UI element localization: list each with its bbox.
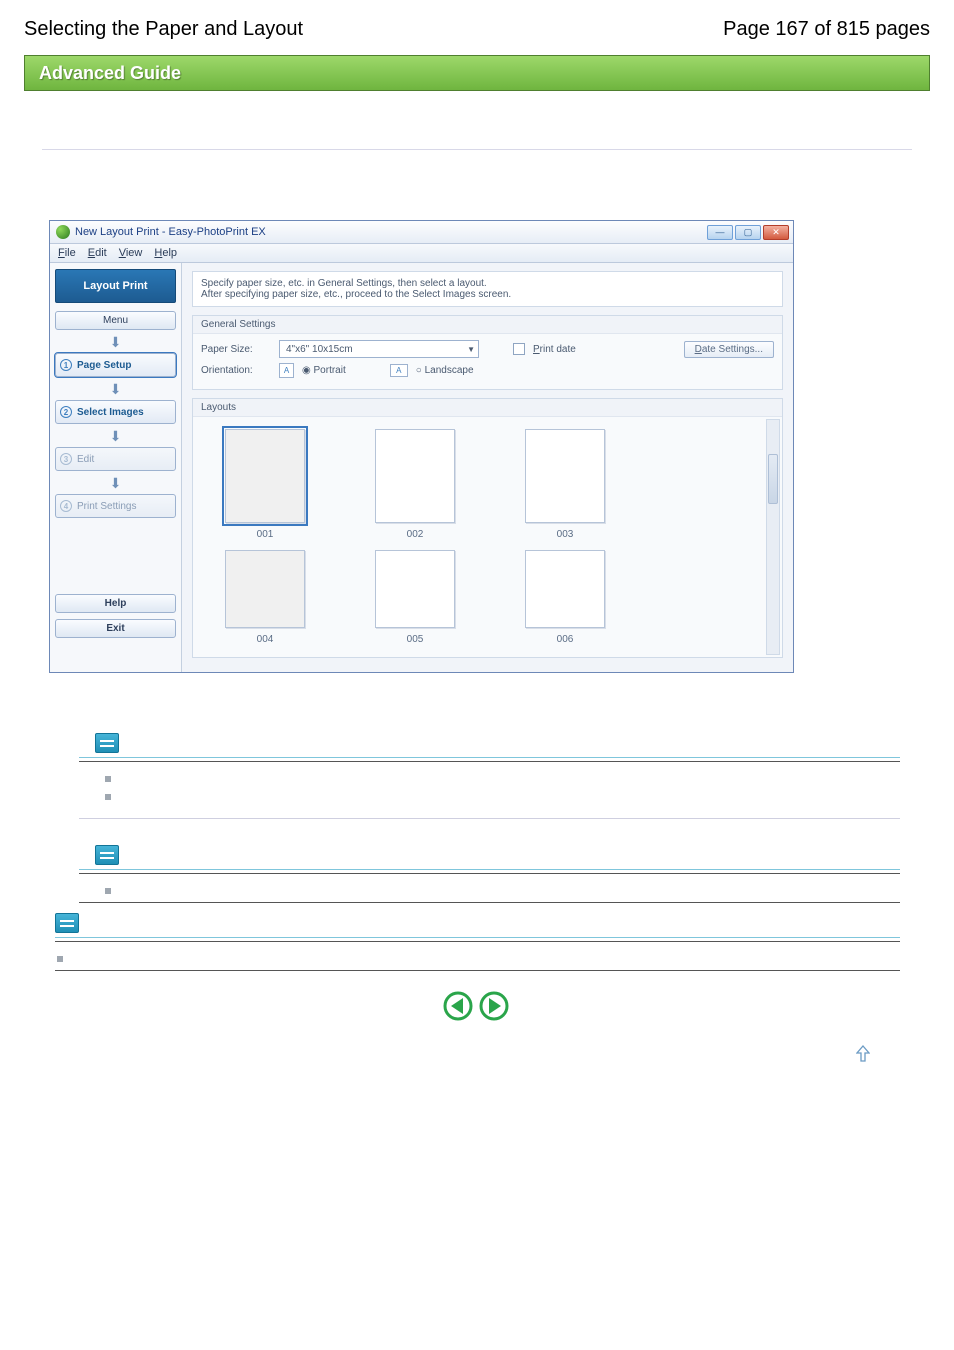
menu-file[interactable]: File bbox=[58, 247, 76, 259]
layout-thumb-006[interactable] bbox=[525, 550, 605, 628]
exit-button[interactable]: Exit bbox=[55, 619, 176, 638]
paper-size-value: 4"x6" 10x15cm bbox=[286, 344, 353, 355]
divider bbox=[79, 902, 900, 903]
divider bbox=[79, 757, 900, 758]
layout-label-004: 004 bbox=[215, 634, 315, 645]
down-arrow-icon: ⬇ bbox=[55, 430, 176, 442]
prev-next-arrows[interactable] bbox=[442, 989, 512, 1023]
step-page-setup[interactable]: 1 Page Setup bbox=[55, 353, 176, 377]
note-icon bbox=[55, 913, 79, 933]
layouts-group: Layouts 001 002 bbox=[192, 398, 783, 658]
note-icon bbox=[95, 845, 119, 865]
divider bbox=[42, 149, 912, 150]
layout-label-003: 003 bbox=[515, 529, 615, 540]
instruction-text: Specify paper size, etc. in General Sett… bbox=[192, 271, 783, 307]
bullet-icon bbox=[105, 794, 111, 800]
step-3-label: Edit bbox=[77, 454, 94, 465]
pager bbox=[24, 989, 930, 1026]
step-4-label: Print Settings bbox=[77, 501, 136, 512]
layout-thumb-001[interactable] bbox=[225, 429, 305, 523]
general-settings-group: General Settings Paper Size: 4"x6" 10x15… bbox=[192, 315, 783, 390]
step-edit: 3 Edit bbox=[55, 447, 176, 471]
layout-thumb-004[interactable] bbox=[225, 550, 305, 628]
general-settings-title: General Settings bbox=[193, 316, 782, 334]
step-print-settings: 4 Print Settings bbox=[55, 494, 176, 518]
portrait-page-icon: A bbox=[279, 363, 294, 378]
maximize-button[interactable]: ▢ bbox=[735, 225, 761, 240]
menu-button[interactable]: Menu bbox=[55, 311, 176, 330]
main-panel: Specify paper size, etc. in General Sett… bbox=[182, 263, 793, 672]
window-title: New Layout Print - Easy-PhotoPrint EX bbox=[75, 226, 266, 238]
layout-label-005: 005 bbox=[365, 634, 465, 645]
layout-label-006: 006 bbox=[515, 634, 615, 645]
landscape-page-icon: A bbox=[390, 364, 408, 377]
orientation-label: Orientation: bbox=[201, 365, 271, 376]
layout-thumb-003[interactable] bbox=[525, 429, 605, 523]
layout-label-001: 001 bbox=[215, 529, 315, 540]
window-titlebar: New Layout Print - Easy-PhotoPrint EX — … bbox=[50, 221, 793, 244]
page-indicator: Page 167 of 815 pages bbox=[723, 18, 930, 41]
down-arrow-icon: ⬇ bbox=[55, 383, 176, 395]
menu-bar: File Edit View Help bbox=[50, 244, 793, 263]
close-button[interactable]: ✕ bbox=[763, 225, 789, 240]
step-4-icon: 4 bbox=[60, 500, 72, 512]
divider bbox=[79, 818, 900, 819]
down-arrow-icon: ⬇ bbox=[55, 477, 176, 489]
app-window: New Layout Print - Easy-PhotoPrint EX — … bbox=[49, 220, 794, 673]
divider bbox=[55, 941, 900, 942]
print-date-checkbox[interactable] bbox=[513, 343, 525, 355]
advanced-guide-banner: Advanced Guide bbox=[24, 55, 930, 91]
down-arrow-icon: ⬇ bbox=[55, 336, 176, 348]
bullet-icon bbox=[105, 888, 111, 894]
step-select-images[interactable]: 2 Select Images bbox=[55, 400, 176, 424]
divider bbox=[79, 873, 900, 874]
help-button[interactable]: Help bbox=[55, 594, 176, 613]
note-icon bbox=[95, 733, 119, 753]
step-2-icon: 2 bbox=[60, 406, 72, 418]
layout-label-002: 002 bbox=[365, 529, 465, 540]
step-3-icon: 3 bbox=[60, 453, 72, 465]
divider bbox=[79, 761, 900, 762]
sidebar-header: Layout Print bbox=[55, 269, 176, 303]
step-1-label: Page Setup bbox=[77, 360, 131, 371]
page-top-link[interactable] bbox=[856, 1050, 870, 1065]
paper-size-combo[interactable]: 4"x6" 10x15cm ▼ bbox=[279, 340, 479, 358]
minimize-button[interactable]: — bbox=[707, 225, 733, 240]
landscape-radio[interactable]: ○ Landscape bbox=[416, 365, 474, 376]
print-date-label: Print date bbox=[533, 344, 576, 355]
sidebar: Layout Print Menu ⬇ 1 Page Setup ⬇ 2 Sel… bbox=[50, 263, 182, 672]
divider bbox=[55, 970, 900, 971]
bullet-icon bbox=[57, 956, 63, 962]
divider bbox=[55, 937, 900, 938]
app-icon bbox=[56, 225, 70, 239]
menu-help[interactable]: Help bbox=[154, 247, 177, 259]
menu-edit[interactable]: Edit bbox=[88, 247, 107, 259]
doc-title: Selecting the Paper and Layout bbox=[24, 18, 303, 41]
step-2-label: Select Images bbox=[77, 407, 144, 418]
layouts-scrollbar[interactable] bbox=[766, 419, 780, 655]
divider bbox=[79, 869, 900, 870]
layout-thumb-002[interactable] bbox=[375, 429, 455, 523]
date-settings-button[interactable]: Date Settings... bbox=[684, 341, 774, 358]
paper-size-label: Paper Size: bbox=[201, 344, 271, 355]
bullet-icon bbox=[105, 776, 111, 782]
chevron-down-icon: ▼ bbox=[467, 345, 475, 354]
layouts-title: Layouts bbox=[193, 399, 782, 417]
portrait-radio[interactable]: ◉ Portrait bbox=[302, 365, 346, 376]
menu-view[interactable]: View bbox=[119, 247, 143, 259]
step-1-icon: 1 bbox=[60, 359, 72, 371]
layout-thumb-005[interactable] bbox=[375, 550, 455, 628]
